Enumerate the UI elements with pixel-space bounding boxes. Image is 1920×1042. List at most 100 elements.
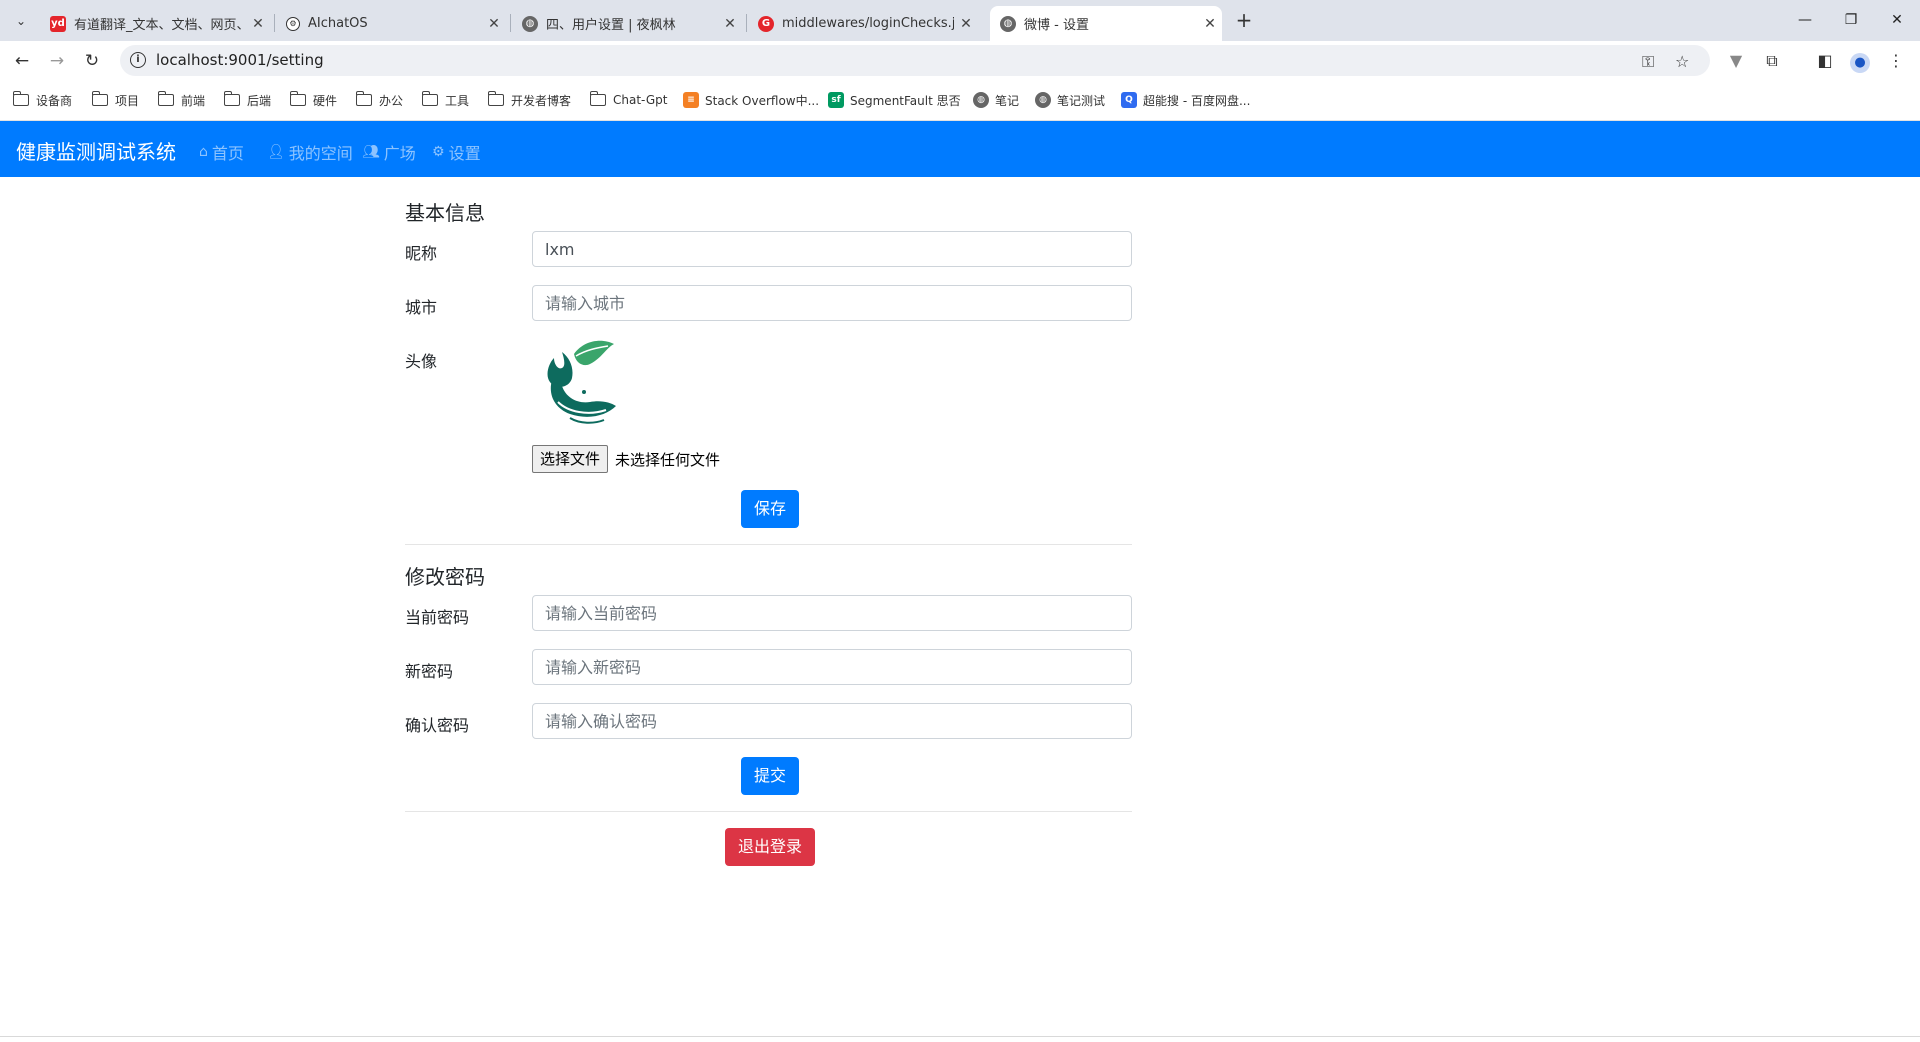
- tab-title: 有道翻译_文本、文档、网页、: [74, 18, 246, 33]
- github-icon: G: [758, 15, 774, 32]
- globe-icon: ◍: [1035, 92, 1051, 108]
- confirm-password-label: 确认密码: [405, 716, 470, 735]
- folder-icon: [589, 91, 606, 106]
- openai-icon: ⚙: [286, 16, 300, 31]
- gear-icon: ⚙: [432, 144, 445, 160]
- address-url[interactable]: localhost:9001/setting: [156, 51, 324, 69]
- tab-title: 四、用户设置 | 夜枫林: [546, 18, 676, 33]
- restore-button[interactable]: ❐: [1828, 6, 1874, 34]
- reload-icon[interactable]: ↻: [80, 49, 104, 73]
- bookmark-folder[interactable]: 工具: [421, 91, 469, 109]
- close-window-button[interactable]: ✕: [1874, 6, 1920, 34]
- bookmark-link[interactable]: sf SegmentFault 思否: [828, 91, 961, 109]
- current-password-input[interactable]: [532, 595, 1132, 631]
- nav-home[interactable]: ⌂ 首页: [199, 140, 244, 164]
- confirm-password-input[interactable]: [532, 703, 1132, 739]
- folder-icon: [12, 91, 29, 106]
- avatar-label: 头像: [405, 352, 438, 371]
- bookmark-folder[interactable]: 设备商: [12, 91, 72, 109]
- globe-icon: ◍: [1000, 15, 1016, 32]
- bookmark-link[interactable]: ◍ 笔记: [973, 91, 1019, 109]
- site-info-icon[interactable]: i: [130, 52, 146, 68]
- window-bottom-edge: [0, 1036, 1920, 1042]
- submit-button[interactable]: 提交: [741, 757, 799, 795]
- browser-toolbar: ← → ↻ i localhost:9001/setting ⚿ ☆ ▼ ⧉ ◧…: [0, 41, 1920, 80]
- home-icon: ⌂: [199, 144, 208, 160]
- section-divider: [405, 811, 1132, 812]
- nav-settings[interactable]: ⚙ 设置: [432, 140, 481, 164]
- current-password-label: 当前密码: [405, 608, 470, 627]
- close-icon[interactable]: ✕: [718, 16, 742, 32]
- bookmarks-bar: 设备商 项目 前端 后端 硬件 办公 工具 开发者博客 Chat-Gpt ≡ St…: [0, 80, 1920, 121]
- minimize-button[interactable]: —: [1782, 6, 1828, 34]
- back-icon[interactable]: ←: [10, 49, 34, 73]
- folder-icon: [421, 91, 438, 106]
- close-icon[interactable]: ✕: [954, 16, 978, 32]
- browser-tab[interactable]: yd 有道翻译_文本、文档、网页、 ✕: [40, 6, 270, 41]
- folder-icon: [289, 91, 306, 106]
- globe-icon: ◍: [522, 15, 538, 32]
- app-brand[interactable]: 健康监测调试系统: [16, 136, 176, 165]
- choose-file-button[interactable]: 选择文件: [532, 445, 609, 473]
- new-tab-button[interactable]: +: [1232, 8, 1256, 32]
- menu-kebab-icon[interactable]: ⋮: [1884, 49, 1908, 73]
- nav-my-space[interactable]: 👤︎ 我的空间: [267, 140, 353, 164]
- change-password-heading: 修改密码: [405, 565, 485, 589]
- forward-icon[interactable]: →: [45, 49, 69, 73]
- close-icon[interactable]: ✕: [1198, 16, 1222, 32]
- avatar-image: [547, 340, 616, 424]
- profile-avatar-icon[interactable]: ●: [1848, 49, 1872, 73]
- browser-tab[interactable]: ⚙ AIchatOS ✕: [276, 6, 506, 41]
- file-status-text: 未选择任何文件: [615, 451, 721, 469]
- globe-icon: ◍: [973, 92, 989, 108]
- browser-tab-active[interactable]: ◍ 微博 - 设置 ✕: [990, 6, 1222, 41]
- segmentfault-icon: sf: [828, 92, 844, 108]
- close-icon[interactable]: ✕: [482, 16, 506, 32]
- save-button[interactable]: 保存: [741, 490, 799, 528]
- bookmark-folder[interactable]: 硬件: [289, 91, 337, 109]
- folder-icon: [355, 91, 372, 106]
- tab-search-button[interactable]: ⌄: [9, 9, 33, 33]
- bookmark-folder[interactable]: 后端: [223, 91, 271, 109]
- new-password-input[interactable]: [532, 649, 1132, 685]
- nickname-label: 昵称: [405, 244, 438, 263]
- section-divider: [405, 544, 1132, 545]
- bookmark-folder[interactable]: 开发者博客: [487, 91, 571, 109]
- nav-square[interactable]: 👥︎ 广场: [362, 140, 416, 164]
- bookmark-folder[interactable]: 办公: [355, 91, 403, 109]
- folder-icon: [91, 91, 108, 106]
- stackoverflow-icon: ≡: [683, 92, 699, 108]
- star-icon[interactable]: ☆: [1675, 52, 1689, 71]
- browser-tab[interactable]: ◍ 四、用户设置 | 夜枫林 ✕: [512, 6, 742, 41]
- close-icon[interactable]: ✕: [246, 16, 270, 32]
- bookmark-folder[interactable]: Chat-Gpt: [589, 91, 667, 109]
- browser-tab[interactable]: G middlewares/loginChecks.js ✕: [748, 6, 978, 41]
- address-bar[interactable]: i localhost:9001/setting ⚿ ☆: [120, 45, 1710, 76]
- folder-icon: [223, 91, 240, 106]
- logout-button[interactable]: 退出登录: [725, 828, 815, 866]
- tab-title: middlewares/loginChecks.js: [782, 16, 954, 31]
- tab-title: 微博 - 设置: [1024, 18, 1089, 33]
- bookmark-link[interactable]: Q 超能搜 - 百度网盘...: [1121, 91, 1250, 109]
- folder-icon: [487, 91, 504, 106]
- user-icon: 👤︎: [267, 144, 285, 160]
- nickname-input[interactable]: [532, 231, 1132, 267]
- youdao-icon: yd: [50, 15, 66, 32]
- city-input[interactable]: [532, 285, 1132, 321]
- key-icon[interactable]: ⚿: [1642, 52, 1654, 72]
- bookmark-folder[interactable]: 项目: [91, 91, 139, 109]
- browser-tabstrip: ⌄ yd 有道翻译_文本、文档、网页、 ✕ ⚙ AIchatOS ✕ ◍ 四、用…: [0, 0, 1920, 41]
- side-panel-icon[interactable]: ◧: [1813, 49, 1837, 73]
- basic-info-heading: 基本信息: [405, 201, 485, 225]
- city-label: 城市: [405, 298, 438, 317]
- bookmark-folder[interactable]: 前端: [157, 91, 205, 109]
- app-navbar: 健康监测调试系统 ⌂ 首页 👤︎ 我的空间 👥︎ 广场 ⚙ 设置: [0, 121, 1920, 177]
- extensions-puzzle-icon[interactable]: ⧉: [1760, 49, 1784, 73]
- users-icon: 👥︎: [362, 144, 380, 160]
- bookmark-link[interactable]: ≡ Stack Overflow中...: [683, 91, 819, 109]
- search-icon: Q: [1121, 92, 1137, 108]
- folder-icon: [157, 91, 174, 106]
- bookmark-link[interactable]: ◍ 笔记测试: [1035, 91, 1105, 109]
- tab-title: AIchatOS: [308, 16, 368, 31]
- extension-v-icon[interactable]: ▼: [1724, 49, 1748, 73]
